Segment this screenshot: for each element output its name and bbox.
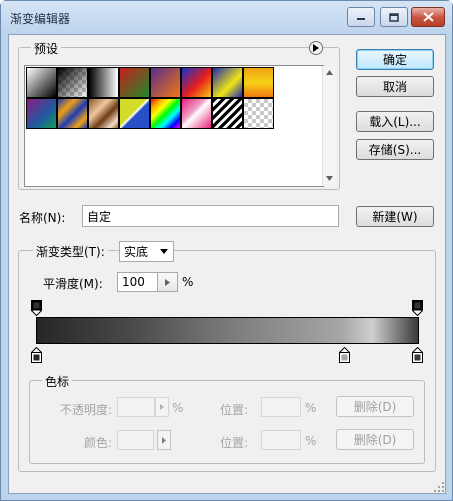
opacity-stop-right[interactable] [412,300,423,316]
cancel-button[interactable]: 取消 [356,76,434,97]
gradient-type-select[interactable]: 实底 [119,241,174,262]
delete-opacity-stop-button[interactable]: 删除(D) [336,396,414,417]
presets-menu-button[interactable] [309,41,323,55]
preset-swatch[interactable] [150,67,181,98]
preset-swatch[interactable] [243,98,274,129]
opacity-location-input[interactable] [261,397,301,417]
preset-swatch[interactable] [57,67,88,98]
name-label: 名称(N): [19,211,66,225]
resize-grip-icon[interactable] [433,481,445,493]
preset-swatch[interactable] [88,98,119,129]
gradient-preview-bar[interactable] [36,317,419,344]
smoothness-label: 平滑度(M): [43,277,103,291]
window-title: 渐变编辑器 [10,12,71,26]
color-stop-right[interactable] [412,347,423,363]
preset-swatch-list[interactable] [24,65,336,187]
opacity-location-label: 位置: [220,403,249,417]
delete-color-stop-button[interactable]: 删除(D) [336,429,414,450]
gradient-type-label: 渐变类型(T): [33,243,108,260]
preset-swatch[interactable] [57,98,88,129]
opacity-stepper-button[interactable] [155,397,169,417]
triangle-right-icon [313,44,319,52]
color-stop-left[interactable] [31,347,42,363]
opacity-unit: % [172,401,184,415]
dialog-window: 渐变编辑器 预设 确定 取消 载入(L)... 存储(S)... 名称(N): … [0,0,453,501]
color-location-input[interactable] [261,430,301,450]
preset-swatch[interactable] [150,98,181,129]
preset-swatch[interactable] [212,67,243,98]
preset-swatch[interactable] [26,98,57,129]
gradient-settings-group: 渐变类型(T): 实底 平滑度(M): 100 % 色标 不透明度: % 位置:… [18,241,436,472]
color-label: 颜色: [84,436,113,450]
minimize-icon [357,18,365,20]
opacity-location-unit: % [305,401,317,415]
close-icon [422,12,434,22]
preset-swatch[interactable] [119,98,150,129]
presets-label: 预设 [31,40,62,57]
smoothness-input[interactable]: 100 [117,272,157,292]
close-button[interactable] [411,7,445,27]
new-button[interactable]: 新建(W) [356,206,434,227]
triangle-right-icon [162,436,166,444]
preset-scrollbar[interactable] [322,66,336,186]
preset-swatch[interactable] [212,98,243,129]
dialog-body: 预设 确定 取消 载入(L)... 存储(S)... 名称(N): 自定 新建(… [8,34,446,494]
triangle-right-icon [165,278,170,286]
preset-swatch[interactable] [181,67,212,98]
load-button[interactable]: 载入(L)... [356,111,434,132]
preset-swatch[interactable] [181,98,212,129]
chevron-down-icon [160,249,168,254]
color-stops-group: 色标 不透明度: % 位置: % 删除(D) 颜色: 位置: % 删除(D) [29,373,425,464]
gradient-type-value: 实底 [124,245,149,259]
smoothness-unit: % [182,275,194,289]
opacity-label: 不透明度: [60,403,113,417]
preset-swatch[interactable] [119,67,150,98]
color-swatch[interactable] [117,430,154,450]
color-stop-middle[interactable] [339,347,350,363]
presets-group: 预设 [18,40,340,190]
minimize-button[interactable] [347,7,375,27]
smoothness-stepper-button[interactable] [157,272,178,292]
scroll-up-icon [326,70,333,75]
maximize-button[interactable] [380,7,408,27]
color-stops-label: 色标 [42,373,73,390]
ok-button[interactable]: 确定 [356,49,434,70]
name-input[interactable]: 自定 [82,205,339,227]
preset-swatch[interactable] [243,67,274,98]
color-location-unit: % [305,434,317,448]
color-picker-button[interactable] [157,430,171,450]
opacity-stop-left[interactable] [31,300,42,316]
title-bar[interactable]: 渐变编辑器 [1,1,452,35]
preset-swatch[interactable] [26,67,57,98]
opacity-input[interactable] [117,397,155,417]
scroll-down-icon [326,176,333,181]
triangle-right-icon [160,404,164,410]
color-location-label: 位置: [220,436,249,450]
maximize-icon [389,12,399,22]
save-button[interactable]: 存储(S)... [356,139,434,160]
preset-swatch[interactable] [88,67,119,98]
